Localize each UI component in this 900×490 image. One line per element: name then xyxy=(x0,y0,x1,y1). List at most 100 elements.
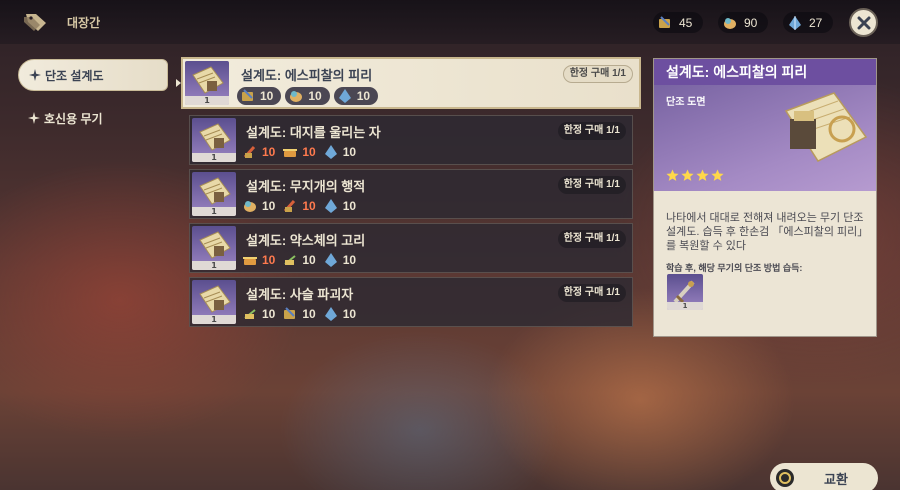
shop-item-row[interactable]: 1 설계도: 약스체의 고리 한정 구매 1/1 10 10 10 xyxy=(189,223,633,273)
crystal-chunk-icon xyxy=(324,253,337,267)
cost-value: 10 xyxy=(308,89,322,103)
currency-value: 90 xyxy=(744,15,758,30)
tab-label: 호신용 무기 xyxy=(44,111,103,126)
cost-entry: 10 xyxy=(242,252,275,268)
purchase-limit-badge: 한정 구매 1/1 xyxy=(557,122,626,140)
blueprint-thumbnail: 1 xyxy=(192,226,236,270)
northlander-polearm-billet-icon xyxy=(283,149,298,157)
northlander-claymore-billet-icon xyxy=(284,199,296,213)
cost-entry: 10 xyxy=(242,144,275,160)
cost-value: 10 xyxy=(342,145,357,159)
cost-entry: 10 xyxy=(242,198,275,214)
exchange-button[interactable]: 교환 xyxy=(770,463,878,490)
currency-counter: 27 xyxy=(783,12,833,33)
northlander-sword-billet-icon xyxy=(659,15,670,28)
cost-entry: 10 xyxy=(282,306,316,322)
cost-value: 10 xyxy=(302,145,316,159)
blueprint-thumbnail: 1 xyxy=(192,280,236,324)
northlander-catalyst-billet-icon xyxy=(724,17,736,29)
northlander-polearm-billet-icon xyxy=(243,257,257,265)
shop-item-row[interactable]: 1 설계도: 무지개의 행적 한정 구매 1/1 10 10 10 xyxy=(189,169,633,219)
cost-entry: 10 xyxy=(323,252,356,268)
purchase-limit-badge: 한정 구매 1/1 xyxy=(562,65,633,83)
blueprint-thumbnail: 1 xyxy=(192,172,236,216)
cost-entry: 10 xyxy=(282,252,316,268)
detail-header: 설계도: 에스피찰의 피리 단조 도면 xyxy=(654,59,876,191)
cost-value: 10 xyxy=(302,199,316,213)
confirm-icon xyxy=(776,469,794,487)
item-costs: 10 10 10 xyxy=(242,198,363,214)
northlander-catalyst-billet-icon xyxy=(290,91,303,102)
crystal-chunk-icon xyxy=(324,199,337,213)
blueprint-thumbnail: 1 xyxy=(192,118,236,162)
cost-value: 10 xyxy=(262,307,276,321)
item-name: 설계도: 약스체의 고리 xyxy=(246,233,366,248)
crystal-chunk-icon xyxy=(324,145,337,159)
item-costs: 10 10 10 xyxy=(242,252,363,268)
weapon-reward-thumbnail[interactable]: 1 xyxy=(667,274,703,310)
weapon-count: 1 xyxy=(667,302,703,310)
item-name: 설계도: 사슬 파괴자 xyxy=(246,287,354,302)
cost-value: 10 xyxy=(262,145,276,159)
item-count: 1 xyxy=(185,96,229,105)
cost-value: 10 xyxy=(342,307,357,321)
star-icon xyxy=(711,169,724,181)
purchase-limit-badge: 한정 구매 1/1 xyxy=(557,176,626,194)
detail-learn-label: 학습 후, 해당 무기의 단조 방법 습득: xyxy=(666,263,803,273)
shop-title: 대장간 xyxy=(67,16,101,30)
northlander-sword-billet-icon xyxy=(242,89,253,101)
northlander-bow-billet-icon xyxy=(284,255,296,265)
currency-counter: 90 xyxy=(718,12,768,33)
item-costs: 10 10 10 xyxy=(237,87,382,105)
shop-item-row[interactable]: 1 설계도: 대지를 울리는 자 한정 구매 1/1 10 10 10 xyxy=(189,115,633,165)
crystal-chunk-icon xyxy=(324,307,337,321)
shop-tag-icon xyxy=(22,10,50,34)
currency-value: 27 xyxy=(809,15,823,30)
detail-title: 설계도: 에스피찰의 피리 xyxy=(654,59,876,85)
item-costs: 10 10 10 xyxy=(242,144,363,160)
star-icon xyxy=(666,169,679,181)
cost-entry: 10 xyxy=(323,306,356,322)
cost-value: 10 xyxy=(302,253,316,267)
star-icon xyxy=(696,169,709,181)
currency-counter: 45 xyxy=(653,12,703,33)
cost-entry: 10 xyxy=(282,144,316,160)
currency-value: 45 xyxy=(679,15,693,30)
cost-value: 10 xyxy=(342,199,357,213)
tab-forging-blueprints[interactable]: 단조 설계도 xyxy=(18,59,168,91)
shop-item-row[interactable]: 1 설계도: 사슬 파괴자 한정 구매 1/1 10 10 10 xyxy=(189,277,633,327)
sparkle-icon xyxy=(29,69,41,81)
cost-value: 10 xyxy=(356,89,371,103)
cost-entry: 10 xyxy=(285,87,330,105)
item-costs: 10 10 10 xyxy=(242,306,363,322)
cost-entry: 10 xyxy=(333,87,379,105)
northlander-bow-billet-icon xyxy=(244,309,256,319)
item-count: 1 xyxy=(192,261,236,270)
northlander-catalyst-billet-icon xyxy=(244,201,256,212)
item-name: 설계도: 무지개의 행적 xyxy=(246,179,366,194)
close-button[interactable] xyxy=(849,8,878,37)
cost-value: 10 xyxy=(262,199,276,213)
cost-entry: 10 xyxy=(323,144,356,160)
detail-type: 단조 도면 xyxy=(666,97,706,108)
close-icon xyxy=(857,16,870,29)
exchange-label: 교환 xyxy=(824,471,848,487)
cost-value: 10 xyxy=(260,89,274,103)
purchase-limit-badge: 한정 구매 1/1 xyxy=(557,230,626,248)
shop-item-row[interactable]: 1 설계도: 에스피찰의 피리 한정 구매 1/1 10 10 10 xyxy=(181,57,641,109)
tab-label: 단조 설계도 xyxy=(45,68,104,83)
top-bar: 대장간 45 90 27 xyxy=(0,0,900,44)
cost-entry: 10 xyxy=(323,198,356,214)
cost-entry: 10 xyxy=(237,87,282,105)
blueprint-thumbnail: 1 xyxy=(185,61,229,105)
item-detail-panel: 설계도: 에스피찰의 피리 단조 도면 나타에서 대대로 전해져 내려오는 무기… xyxy=(653,58,877,337)
star-icon xyxy=(681,169,694,181)
item-count: 1 xyxy=(192,315,236,324)
tab-defensive-weapons[interactable]: 호신용 무기 xyxy=(18,102,168,134)
crystal-chunk-icon xyxy=(338,89,351,103)
detail-description: 나타에서 대대로 전해져 내려오는 무기 단조 설계도. 습득 후 한손검 「에… xyxy=(666,212,869,252)
cost-entry: 10 xyxy=(282,198,316,214)
blueprint-illustration-icon xyxy=(784,92,868,162)
northlander-claymore-billet-icon xyxy=(243,145,256,159)
item-count: 1 xyxy=(192,153,236,162)
